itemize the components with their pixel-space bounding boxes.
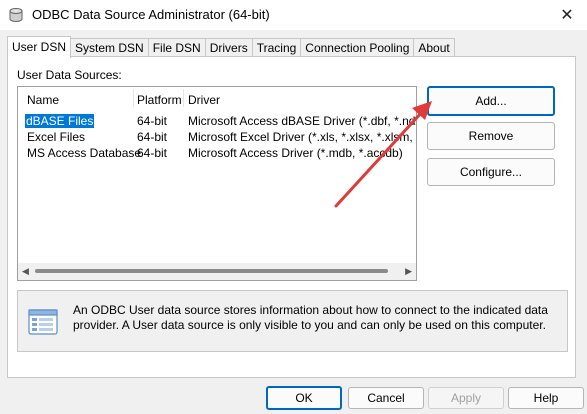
apply-button[interactable]: Apply xyxy=(428,387,504,409)
horizontal-scrollbar[interactable]: ◀ ▶ xyxy=(18,263,416,280)
data-source-icon xyxy=(28,309,58,335)
close-icon: ✕ xyxy=(560,7,574,24)
column-divider[interactable] xyxy=(183,89,184,107)
column-header-driver[interactable]: Driver xyxy=(188,93,220,107)
tab-system-dsn[interactable]: System DSN xyxy=(70,38,149,57)
row-name: dBASE Files xyxy=(25,114,95,128)
help-button[interactable]: Help xyxy=(508,387,584,409)
row-platform: 64-bit xyxy=(137,114,168,128)
column-header-platform[interactable]: Platform xyxy=(137,93,182,107)
scrollbar-thumb[interactable] xyxy=(35,269,388,273)
user-data-sources-label: User Data Sources: xyxy=(17,68,122,82)
list-item[interactable]: Excel Files 64-bit Microsoft Excel Drive… xyxy=(18,129,416,145)
scroll-right-icon[interactable]: ▶ xyxy=(405,266,412,277)
ok-button[interactable]: OK xyxy=(266,386,342,410)
tab-user-dsn[interactable]: User DSN xyxy=(7,36,72,58)
list-item[interactable]: dBASE Files 64-bit Microsoft Access dBAS… xyxy=(18,113,416,129)
info-description: An ODBC User data source stores informat… xyxy=(73,303,548,332)
tab-file-dsn[interactable]: File DSN xyxy=(147,38,206,57)
row-driver: Microsoft Access dBASE Driver (*.dbf, *.… xyxy=(188,114,416,128)
database-icon xyxy=(9,8,23,22)
tab-drivers[interactable]: Drivers xyxy=(204,38,253,57)
scroll-left-icon[interactable]: ◀ xyxy=(22,266,29,277)
tab-about[interactable]: About xyxy=(413,38,455,57)
tab-connection-pooling[interactable]: Connection Pooling xyxy=(300,38,415,57)
row-platform: 64-bit xyxy=(137,130,168,144)
row-platform: 64-bit xyxy=(137,146,168,160)
column-divider[interactable] xyxy=(133,89,134,107)
tab-strip: User DSN System DSN File DSN Drivers Tra… xyxy=(7,36,455,58)
row-driver: Microsoft Access Driver (*.mdb, *.accdb) xyxy=(188,146,403,160)
info-box: An ODBC User data source stores informat… xyxy=(17,290,568,352)
title-bar: ODBC Data Source Administrator (64-bit) … xyxy=(0,0,587,30)
data-source-list[interactable]: Name Platform Driver dBASE Files 64-bit … xyxy=(17,86,417,281)
list-item[interactable]: MS Access Database 64-bit Microsoft Acce… xyxy=(18,145,416,161)
row-name: Excel Files xyxy=(27,130,86,144)
remove-button[interactable]: Remove xyxy=(427,122,555,150)
window-title: ODBC Data Source Administrator (64-bit) xyxy=(32,7,270,22)
column-header-name[interactable]: Name xyxy=(27,93,59,107)
tab-tracing[interactable]: Tracing xyxy=(251,38,302,57)
row-name: MS Access Database xyxy=(27,146,142,160)
configure-button[interactable]: Configure... xyxy=(427,158,555,186)
add-button[interactable]: Add... xyxy=(427,86,555,116)
close-button[interactable]: ✕ xyxy=(547,0,587,30)
cancel-button[interactable]: Cancel xyxy=(348,387,424,409)
row-driver: Microsoft Excel Driver (*.xls, *.xlsx, *… xyxy=(188,130,416,144)
